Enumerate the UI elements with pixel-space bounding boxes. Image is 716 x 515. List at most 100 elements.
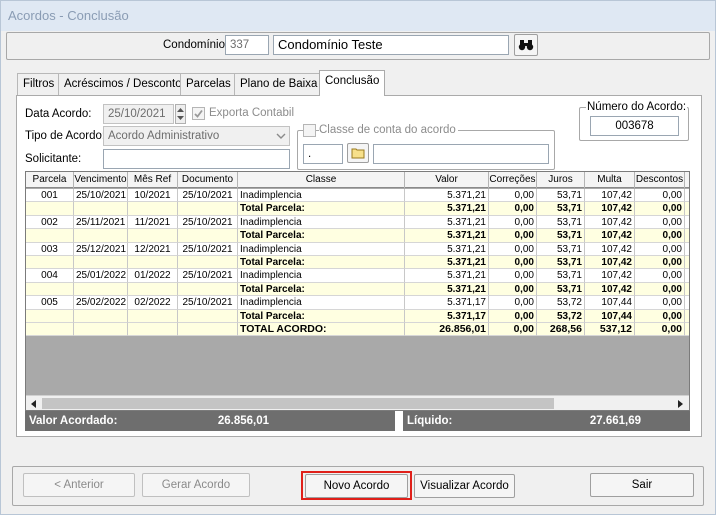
table-cell: 5: [685, 283, 689, 297]
table-cell: [74, 323, 128, 337]
table-cell: Total Parcela:: [238, 256, 405, 270]
valor-acordado-label: Valor Acordado:: [29, 415, 118, 427]
table-row[interactable]: 003 25/12/2021 12/2021 25/10/2021 Inadimplen…: [26, 242, 689, 256]
condominio-name-input[interactable]: Condomínio Teste: [273, 35, 509, 55]
table-cell: [128, 256, 178, 270]
tab-parcelas[interactable]: Parcelas: [180, 73, 237, 95]
solicitante-input[interactable]: [103, 149, 290, 169]
table-cell: 0,00: [635, 323, 685, 337]
classe-code-input[interactable]: .: [303, 144, 343, 164]
table-cell: [178, 282, 238, 297]
table-cell: [26, 282, 74, 297]
liquido-value: 27.661,69: [589, 415, 641, 427]
table-row[interactable]: 001 25/10/2021 10/2021 25/10/2021 Inadimplen…: [26, 189, 689, 203]
table-cell: 0,00: [489, 309, 537, 323]
tipo-acordo-dropdown[interactable]: [273, 127, 289, 145]
table-cell: 0,00: [635, 256, 685, 270]
table-cell: 537,12: [585, 323, 635, 337]
table-cell: 25/10/2021: [178, 189, 238, 203]
gerar-acordo-button[interactable]: Gerar Acordo: [142, 473, 250, 497]
tab-filtros[interactable]: Filtros: [17, 73, 61, 95]
table-cell: 107,42: [585, 282, 635, 297]
table-row[interactable]: Total Parcela: 5.371,21 0,00 53,71 107,42 0,0…: [26, 282, 689, 297]
browse-classe-button[interactable]: [347, 143, 369, 163]
classe-conta-checkbox[interactable]: [303, 124, 316, 137]
horizontal-scrollbar[interactable]: [26, 395, 689, 410]
data-acordo-input[interactable]: 25/10/2021: [103, 104, 174, 124]
valor-acordado-value: 26.856,01: [217, 415, 269, 427]
column-header[interactable]: Parcela: [26, 172, 74, 188]
search-condominio-button[interactable]: [514, 34, 538, 56]
table-cell: [128, 202, 178, 216]
liquido-bar: Líquido: 27.661,69: [403, 411, 690, 431]
column-header[interactable]: Documento: [178, 172, 238, 188]
tipo-acordo-select[interactable]: Acordo Administrativo: [103, 126, 290, 146]
table-cell: 53,71: [537, 256, 585, 270]
anterior-button[interactable]: < Anterior: [23, 473, 135, 497]
column-header[interactable]: Descontos: [635, 172, 685, 188]
table-cell: 25/12/2021: [74, 242, 128, 256]
condominio-code-input[interactable]: 337: [225, 35, 269, 55]
table-cell: 0,00: [635, 229, 685, 243]
table-cell: 5.371,21: [405, 242, 489, 256]
sair-button[interactable]: Sair: [590, 473, 694, 497]
column-header[interactable]: Vencimento: [74, 172, 128, 188]
table-cell: 0,00: [489, 242, 537, 256]
table-row[interactable]: Total Parcela: 5.371,21 0,00 53,71 107,42 0,0…: [26, 229, 689, 243]
tab-plano-de-baixa[interactable]: Plano de Baixa: [234, 73, 324, 95]
classe-desc-input[interactable]: [373, 144, 549, 164]
table-cell: [685, 296, 689, 310]
column-header[interactable]: Correções: [489, 172, 537, 188]
scroll-left-button[interactable]: [28, 398, 40, 410]
folder-icon: [351, 148, 365, 159]
spin-arrows-icon: [177, 108, 184, 120]
table-cell: 25/10/2021: [178, 269, 238, 283]
numero-acordo-label: Número do Acordo:: [586, 101, 688, 113]
table-cell: [128, 309, 178, 323]
table-cell: 5.371,21: [405, 189, 489, 203]
table-cell: 0,00: [635, 202, 685, 216]
table-cell: [26, 202, 74, 216]
column-header[interactable]: Classe: [238, 172, 405, 188]
numero-acordo-input[interactable]: 003678: [590, 116, 679, 136]
table-row[interactable]: TOTAL ACORDO: 26.856,01 0,00 268,56 537,12 0,…: [26, 323, 689, 337]
table-row[interactable]: 004 25/01/2022 01/2022 25/10/2021 Inadimplen…: [26, 269, 689, 283]
table-cell: 0,00: [635, 215, 685, 230]
table-cell: [74, 309, 128, 323]
column-header[interactable]: Valor: [405, 172, 489, 188]
table-cell: 25/10/2021: [178, 296, 238, 310]
arrow-right-icon: [678, 400, 683, 408]
table-cell: Total Parcela:: [238, 309, 405, 323]
table-row[interactable]: Total Parcela: 5.371,21 0,00 53,71 107,42 0,0…: [26, 202, 689, 216]
table-cell: [74, 229, 128, 243]
column-header[interactable]: Valo: [685, 172, 689, 188]
table-row[interactable]: Total Parcela: 5.371,21 0,00 53,71 107,42 0,0…: [26, 256, 689, 270]
table-cell: TOTAL ACORDO:: [238, 323, 405, 337]
scroll-thumb[interactable]: [42, 398, 554, 409]
table-row[interactable]: 002 25/11/2021 11/2021 25/10/2021 Inadimplen…: [26, 215, 689, 230]
scroll-right-button[interactable]: [674, 398, 686, 410]
exporta-contabil-checkbox[interactable]: [192, 107, 205, 120]
table-cell: 0,00: [635, 309, 685, 323]
table-cell: 0,00: [489, 282, 537, 297]
tab-conclusao[interactable]: Conclusão: [319, 70, 386, 96]
chevron-down-icon: [276, 133, 286, 139]
tab-acrescimos-desconto[interactable]: Acréscimos / Desconto: [58, 73, 188, 95]
liquido-label: Líquido:: [407, 415, 453, 427]
visualizar-acordo-button[interactable]: Visualizar Acordo: [414, 474, 515, 498]
table-cell: [74, 256, 128, 270]
data-acordo-spinner[interactable]: [175, 104, 186, 124]
table-cell: 5: [685, 310, 689, 323]
column-header[interactable]: Multa: [585, 172, 635, 188]
table-cell: 0,00: [489, 269, 537, 283]
table-row[interactable]: 005 25/02/2022 02/2022 25/10/2021 Inadimplen…: [26, 296, 689, 310]
table-cell: Total Parcela:: [238, 229, 405, 243]
table-cell: [178, 229, 238, 243]
table-cell: 005: [26, 296, 74, 310]
table-cell: 01/2022: [128, 269, 178, 283]
table-cell: 25/10/2021: [74, 189, 128, 203]
column-header[interactable]: Mês Ref: [128, 172, 178, 188]
table-row[interactable]: Total Parcela: 5.371,17 0,00 53,72 107,44 0,0…: [26, 309, 689, 323]
table-cell: 107,42: [585, 202, 635, 216]
column-header[interactable]: Juros: [537, 172, 585, 188]
